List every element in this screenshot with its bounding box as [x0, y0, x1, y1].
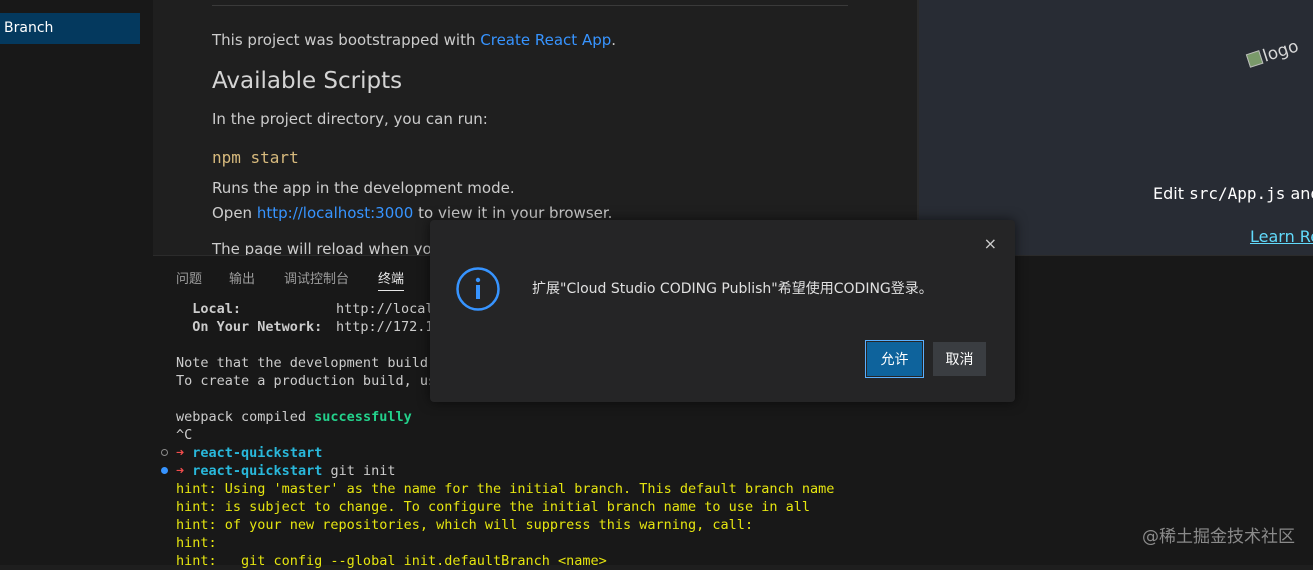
local-url: http://local [336, 301, 434, 317]
available-scripts-heading: Available Scripts [212, 68, 403, 94]
auth-dialog: × 扩展"Cloud Studio CODING Publish"希望使用COD… [430, 220, 1015, 402]
logo-alt-text: logo [1260, 36, 1302, 67]
intro-end: . [611, 31, 617, 49]
broken-logo-image: logo [1245, 36, 1301, 71]
tab-problems[interactable]: 问题 [176, 268, 202, 287]
close-icon[interactable]: × [984, 234, 997, 253]
prompt-arrow-icon: ➜ [176, 445, 185, 461]
network-url: http://172.1 [336, 319, 434, 335]
allow-button[interactable]: 允许 [865, 340, 924, 378]
create-react-app-link[interactable]: Create React App [480, 31, 611, 49]
broken-image-icon [1245, 50, 1264, 68]
command-decoration-idle[interactable] [161, 449, 168, 456]
local-label: Local: [176, 301, 242, 317]
terminal-hint-line: hint: is subject to change. To configure… [176, 499, 810, 515]
terminal-line-local: Local: http://local [176, 300, 433, 318]
horizontal-rule [212, 5, 848, 6]
open-text: Open [212, 204, 257, 222]
terminal-line-create: To create a production build, us [176, 373, 437, 389]
prompt-arrow-icon: ➜ [176, 463, 185, 479]
tab-output[interactable]: 输出 [229, 268, 255, 287]
terminal-line-webpack: webpack compiled successfully [176, 408, 412, 426]
sidebar-item-branch[interactable]: Branch [0, 13, 140, 44]
command-decoration-success[interactable] [161, 467, 168, 474]
terminal-line-note: Note that the development build [176, 355, 428, 371]
watermark: @稀土掘金技术社区 [1142, 527, 1295, 547]
prompt-dir: react-quickstart [192, 463, 323, 479]
project-dir-text: In the project directory, you can run: [212, 110, 488, 128]
terminal-line-prompt-2: ➜ react-quickstart git init [176, 462, 395, 480]
runs-app-text: Runs the app in the development mode. [212, 179, 515, 197]
intro-paragraph: This project was bootstrapped with Creat… [212, 31, 616, 49]
webpack-status: successfully [314, 409, 412, 425]
npm-start-code: npm start [212, 148, 299, 167]
tab-terminal[interactable]: 终端 [378, 268, 405, 291]
cancel-button[interactable]: 取消 [933, 342, 986, 376]
edit-prefix: Edit [1153, 184, 1190, 203]
dialog-message: 扩展"Cloud Studio CODING Publish"希望使用CODIN… [532, 281, 933, 297]
sidebar: Branch [0, 0, 153, 565]
webpack-prefix: webpack compiled [176, 409, 315, 425]
learn-react-link[interactable]: Learn Re [1250, 227, 1313, 246]
terminal-line-prompt-1: ➜ react-quickstart [176, 444, 322, 462]
readme-preview: This project was bootstrapped with Creat… [153, 0, 917, 255]
localhost-link[interactable]: http://localhost:3000 [257, 204, 414, 222]
intro-text: This project was bootstrapped with [212, 31, 481, 49]
terminal-line-network: On Your Network: http://172.1 [176, 318, 433, 336]
terminal-hint-line: hint: Using 'master' as the name for the… [176, 481, 835, 497]
terminal-line-ctrl-c: ^C [176, 427, 193, 443]
terminal-hint-line: hint: of your new repositories, which wi… [176, 517, 754, 533]
prompt-dir: react-quickstart [192, 445, 323, 461]
edit-code: src/App.js [1189, 184, 1286, 203]
edit-instructions: Edit src/App.js and [1153, 184, 1313, 203]
network-label: On Your Network: [176, 319, 323, 335]
tab-debug-console[interactable]: 调试控制台 [284, 268, 349, 287]
terminal-hint-line: hint: [176, 535, 217, 551]
browser-preview: logo Edit src/App.js and Learn Re [919, 0, 1313, 255]
info-icon [456, 267, 500, 311]
edit-suffix: and [1290, 184, 1313, 203]
branch-label: Branch [4, 20, 54, 36]
terminal-hint-line: hint: git config --global init.defaultBr… [176, 553, 607, 569]
prompt-command: git init [322, 463, 396, 479]
reload-text: The page will reload when you [212, 240, 442, 255]
